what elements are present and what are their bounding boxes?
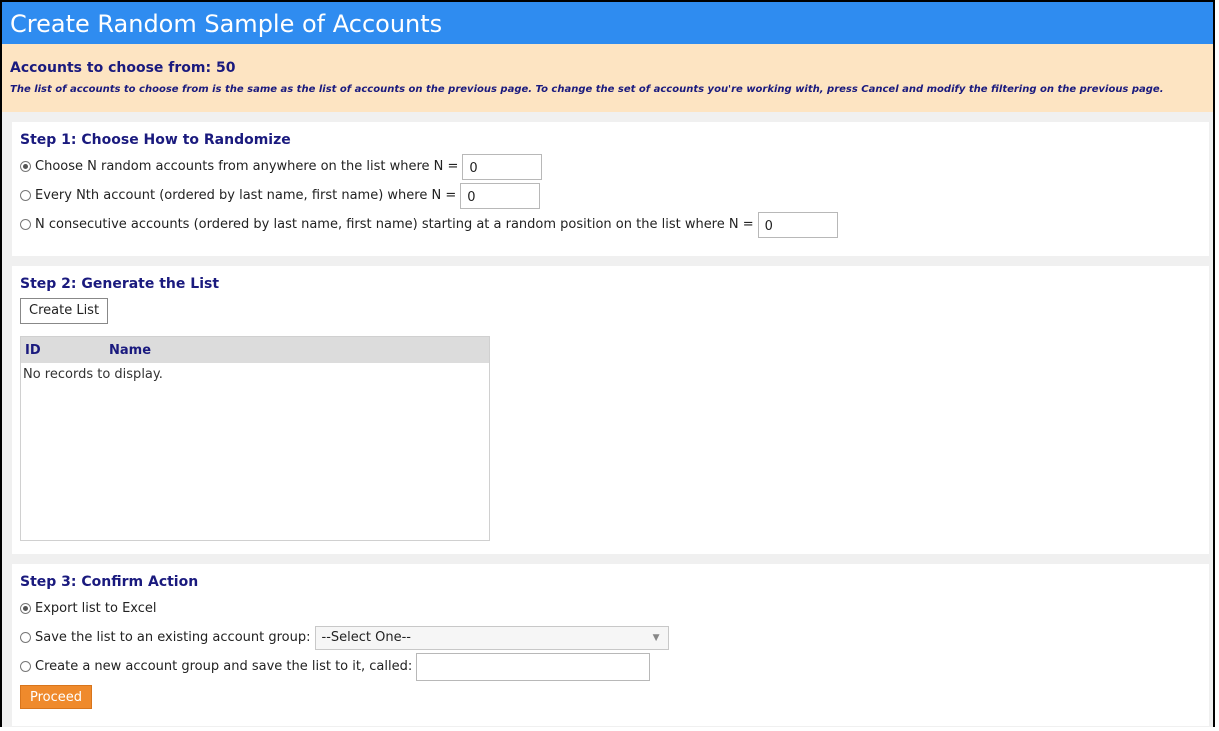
step3-heading: Step 3: Confirm Action (20, 574, 199, 590)
option-label: Choose N random accounts from anywhere o… (35, 159, 459, 174)
option-label: Every Nth account (ordered by last name,… (35, 188, 457, 203)
account-group-select[interactable]: --Select One-- ▼ (314, 625, 669, 650)
chevron-down-icon: ▼ (652, 632, 660, 643)
random-n-input[interactable] (462, 153, 543, 180)
radio-existing-group[interactable] (20, 632, 31, 643)
every-nth-input[interactable] (460, 182, 541, 209)
step2-heading: Step 2: Generate the List (20, 276, 220, 292)
radio-new-group[interactable] (20, 661, 31, 672)
grid-header: ID Name (21, 337, 489, 363)
step1-heading: Step 1: Choose How to Randomize (20, 132, 291, 148)
grid-empty-message: No records to display. (23, 367, 163, 382)
step3-option-existing-group[interactable]: Save the list to an existing account gro… (20, 623, 1201, 652)
step3-option-export[interactable]: Export list to Excel (20, 594, 1201, 623)
consecutive-n-input[interactable] (757, 211, 838, 238)
step2-panel: Step 2: Generate the List Create List ID… (12, 266, 1209, 554)
option-label: Create a new account group and save the … (35, 659, 413, 674)
column-name[interactable]: Name (109, 343, 151, 358)
proceed-button[interactable]: Proceed (20, 685, 93, 709)
create-list-button[interactable]: Create List (20, 298, 109, 324)
accounts-count: Accounts to choose from: 50 (10, 60, 236, 76)
column-id[interactable]: ID (21, 343, 109, 358)
step1-option-every-nth[interactable]: Every Nth account (ordered by last name,… (20, 181, 1201, 210)
radio-consecutive[interactable] (20, 219, 31, 230)
step1-panel: Step 1: Choose How to Randomize Choose N… (12, 122, 1209, 256)
radio-export-excel[interactable] (20, 603, 31, 614)
step3-option-new-group[interactable]: Create a new account group and save the … (20, 652, 1201, 681)
radio-every-nth[interactable] (20, 190, 31, 201)
dialog-frame: Create Random Sample of Accounts Account… (0, 0, 1215, 727)
step1-option-consecutive[interactable]: N consecutive accounts (ordered by last … (20, 210, 1201, 239)
step3-panel: Step 3: Confirm Action Export list to Ex… (12, 564, 1209, 726)
option-label: Export list to Excel (35, 601, 157, 616)
select-value: --Select One-- (321, 630, 411, 645)
page-title: Create Random Sample of Accounts (2, 0, 1213, 44)
records-grid: ID Name No records to display. (20, 336, 490, 541)
new-group-name-input[interactable] (416, 652, 651, 681)
accounts-banner: Accounts to choose from: 50 The list of … (2, 44, 1213, 112)
accounts-note: The list of accounts to choose from is t… (10, 84, 1164, 95)
step1-option-random[interactable]: Choose N random accounts from anywhere o… (20, 152, 1201, 181)
option-label: Save the list to an existing account gro… (35, 630, 311, 645)
option-label: N consecutive accounts (ordered by last … (35, 217, 754, 232)
radio-random-accounts[interactable] (20, 161, 31, 172)
